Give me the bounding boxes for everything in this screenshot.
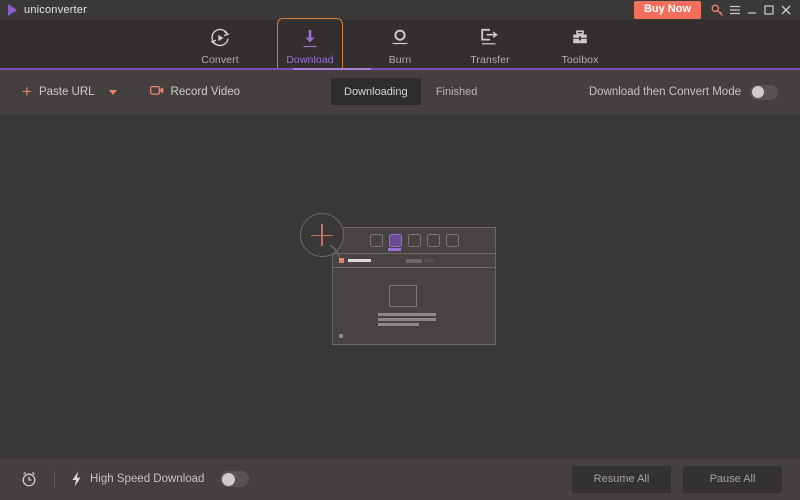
- video-camera-icon: [149, 85, 164, 99]
- play-triangle-icon: [8, 4, 17, 16]
- illustration-text-line: [378, 313, 436, 316]
- title-bar: uniconverter Buy Now: [0, 0, 800, 20]
- illustration-image-placeholder: [389, 285, 417, 307]
- illustration-tab-selected: [388, 234, 402, 251]
- menu-icon[interactable]: [726, 0, 743, 20]
- illustration-browser-window: [332, 227, 496, 345]
- burn-disc-icon: [389, 27, 411, 49]
- tab-finished[interactable]: Finished: [421, 78, 493, 105]
- magnifier-tail: [329, 244, 344, 259]
- record-video-label: Record Video: [170, 86, 241, 98]
- download-then-convert-mode-control[interactable]: Download then Convert Mode: [589, 70, 778, 114]
- nav-label-download: Download: [286, 53, 334, 66]
- illustration-address-bar: [333, 254, 495, 268]
- toggle-knob: [751, 86, 764, 98]
- high-speed-download-label: High Speed Download: [90, 473, 205, 485]
- key-icon[interactable]: [709, 0, 726, 20]
- illustration-tab: [407, 234, 421, 247]
- app-brand: uniconverter: [0, 4, 87, 16]
- illustration-tab: [369, 234, 383, 247]
- action-toolbar: + Paste URL Record Video Downloading Fin…: [0, 70, 800, 114]
- nav-label-burn: Burn: [388, 53, 412, 66]
- nav-item-convert[interactable]: Convert: [187, 18, 253, 74]
- nav-label-toolbox: Toolbox: [561, 53, 599, 66]
- nav-label-convert: Convert: [201, 53, 239, 66]
- buy-now-button[interactable]: Buy Now: [633, 1, 701, 19]
- nav-item-download[interactable]: Download: [277, 18, 343, 74]
- bottom-bar: High Speed Download Resume All Pause All: [0, 458, 800, 500]
- download-status-tabs: Downloading Finished: [331, 78, 493, 105]
- illustration-corner-dot: [339, 334, 343, 338]
- illustration-addr-pill-2: [424, 259, 435, 263]
- nav-item-toolbox[interactable]: Toolbox: [547, 18, 613, 74]
- download-arrow-icon: [299, 27, 321, 49]
- transfer-arrow-out-icon: [479, 27, 501, 49]
- nav-item-transfer[interactable]: Transfer: [457, 18, 523, 74]
- resume-all-button[interactable]: Resume All: [572, 465, 671, 493]
- plus-icon: +: [22, 81, 32, 101]
- app-name: uniconverter: [24, 4, 87, 16]
- pause-all-button[interactable]: Pause All: [683, 465, 782, 493]
- illustration-text-line: [378, 318, 436, 321]
- bottom-bar-actions: Resume All Pause All: [572, 458, 782, 500]
- illustration-browser-tabbar: [333, 228, 495, 254]
- toggle-knob: [221, 472, 235, 486]
- convert-circular-play-icon: [209, 27, 231, 49]
- illustration-addr-pill: [406, 259, 422, 263]
- minimize-icon[interactable]: [743, 0, 760, 20]
- empty-state-browser-illustration: [300, 213, 500, 349]
- download-then-convert-mode-toggle[interactable]: [750, 84, 778, 100]
- main-nav: Convert Download Burn Transfer Toolbox: [0, 18, 800, 74]
- high-speed-download-toggle[interactable]: [220, 471, 250, 487]
- close-icon[interactable]: [777, 0, 794, 20]
- illustration-text-line: [378, 323, 419, 326]
- toolbox-briefcase-icon: [569, 27, 591, 49]
- download-list-area: [0, 114, 800, 458]
- illustration-url-line: [348, 259, 371, 262]
- download-then-convert-mode-label: Download then Convert Mode: [588, 86, 741, 98]
- maximize-icon[interactable]: [760, 0, 777, 20]
- tab-downloading[interactable]: Downloading: [331, 78, 421, 105]
- nav-label-transfer: Transfer: [470, 53, 510, 66]
- high-speed-download-control[interactable]: High Speed Download: [71, 471, 250, 487]
- title-bar-controls: Buy Now: [633, 0, 800, 20]
- bottom-bar-divider: [54, 470, 55, 488]
- record-video-button[interactable]: Record Video: [149, 85, 241, 99]
- chevron-down-icon[interactable]: [108, 89, 117, 95]
- illustration-tab: [445, 234, 459, 247]
- magnifier-plus-icon: [300, 213, 344, 259]
- nav-item-burn[interactable]: Burn: [367, 18, 433, 74]
- lightning-bolt-icon: [71, 471, 82, 487]
- illustration-tab: [426, 234, 440, 247]
- magnifier-plus-vertical: [321, 224, 323, 246]
- paste-url-button[interactable]: + Paste URL: [22, 81, 117, 101]
- paste-url-label: Paste URL: [38, 86, 95, 98]
- alarm-clock-icon[interactable]: [20, 470, 38, 488]
- app-window: uniconverter Buy Now Convert Download Bu…: [0, 0, 800, 500]
